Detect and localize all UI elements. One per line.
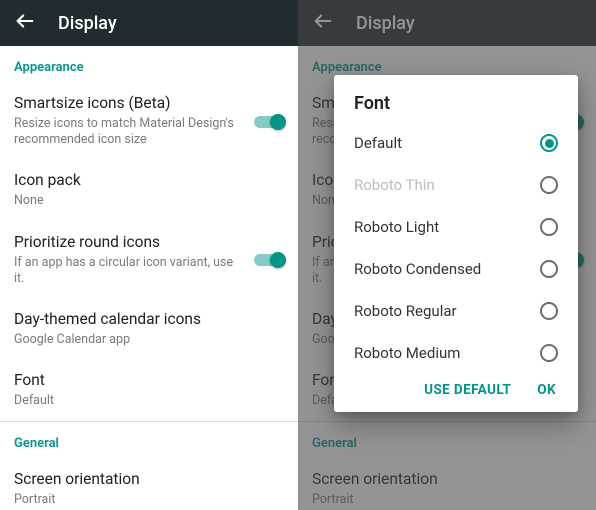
font-option-roboto-condensed[interactable]: Roboto Condensed <box>334 248 578 290</box>
appbar-title: Display <box>58 13 117 34</box>
section-header-general: General <box>0 422 298 459</box>
option-label: Roboto Thin <box>354 176 435 194</box>
item-screen-orientation[interactable]: Screen orientation Portrait <box>0 459 298 510</box>
font-dialog: Font Default Roboto Thin Roboto Light Ro… <box>334 75 578 412</box>
radio-icon <box>540 176 558 194</box>
item-sub: If an app has a circular icon variant, u… <box>14 255 284 288</box>
item-day-themed-calendar[interactable]: Day-themed calendar icons Google Calenda… <box>0 299 298 360</box>
item-prioritize-round-icons[interactable]: Prioritize round icons If an app has a c… <box>0 222 298 299</box>
toggle-switch[interactable] <box>254 250 284 270</box>
item-sub: None <box>14 193 284 209</box>
item-title: Smartsize icons (Beta) <box>14 93 284 114</box>
item-title: Day-themed calendar icons <box>14 309 284 330</box>
item-title: Screen orientation <box>14 469 284 490</box>
option-label: Roboto Condensed <box>354 260 481 278</box>
option-label: Roboto Medium <box>354 344 460 362</box>
font-option-roboto-thin[interactable]: Roboto Thin <box>334 164 578 206</box>
item-sub: Portrait <box>14 492 284 508</box>
item-smartsize-icons[interactable]: Smartsize icons (Beta) Resize icons to m… <box>0 83 298 160</box>
appbar: Display <box>0 0 298 46</box>
option-label: Roboto Regular <box>354 302 457 320</box>
font-option-roboto-light[interactable]: Roboto Light <box>334 206 578 248</box>
right-pane: Display Appearance Smartsize icons (Beta… <box>298 0 596 510</box>
item-sub: Resize icons to match Material Design's … <box>14 116 284 149</box>
use-default-button[interactable]: USE DEFAULT <box>424 382 511 398</box>
left-pane: Display Appearance Smartsize icons (Beta… <box>0 0 298 510</box>
radio-icon <box>540 260 558 278</box>
stage: Display Appearance Smartsize icons (Beta… <box>0 0 596 510</box>
radio-icon <box>540 344 558 362</box>
toggle-switch[interactable] <box>254 112 284 132</box>
item-icon-pack[interactable]: Icon pack None <box>0 160 298 221</box>
radio-icon <box>540 302 558 320</box>
settings-list: Appearance Smartsize icons (Beta) Resize… <box>0 46 298 510</box>
item-title: Icon pack <box>14 170 284 191</box>
dialog-title: Font <box>334 93 578 122</box>
section-header-appearance: Appearance <box>0 46 298 83</box>
font-option-default[interactable]: Default <box>334 122 578 164</box>
font-option-roboto-medium[interactable]: Roboto Medium <box>334 332 578 374</box>
item-sub: Google Calendar app <box>14 332 284 348</box>
item-font[interactable]: Font Default <box>0 360 298 421</box>
item-sub: Default <box>14 393 284 409</box>
item-title: Prioritize round icons <box>14 232 284 253</box>
back-arrow-icon[interactable] <box>14 10 36 36</box>
dialog-actions: USE DEFAULT OK <box>334 374 578 402</box>
ok-button[interactable]: OK <box>537 382 556 398</box>
radio-icon <box>540 134 558 152</box>
dialog-options: Default Roboto Thin Roboto Light Roboto … <box>334 122 578 374</box>
radio-icon <box>540 218 558 236</box>
item-title: Font <box>14 370 284 391</box>
font-option-roboto-regular[interactable]: Roboto Regular <box>334 290 578 332</box>
option-label: Default <box>354 134 402 152</box>
option-label: Roboto Light <box>354 218 439 236</box>
